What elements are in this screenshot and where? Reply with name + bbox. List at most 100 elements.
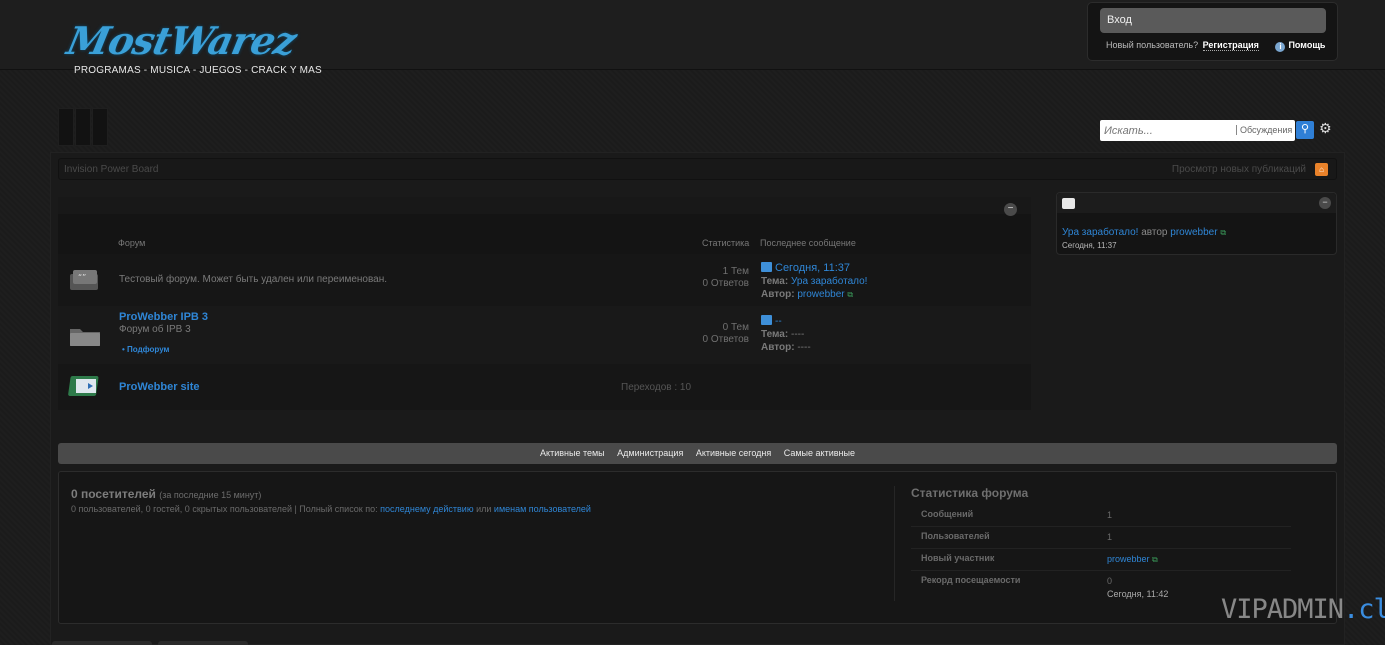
last-post-topic[interactable]: Ура заработало!	[791, 276, 867, 287]
forum-read-icon[interactable]: “”	[68, 268, 102, 292]
external-link-icon: ⧉	[847, 290, 854, 299]
board-nav-bar: Активные темы Администрация Активные сег…	[58, 443, 1337, 464]
login-button[interactable]: Вход	[1100, 8, 1326, 33]
last-post-date[interactable]: --	[775, 316, 782, 327]
stat-value: 1	[1107, 510, 1113, 520]
forum-row: ProWebber IPB 3 Форум об IPB 3 • Подфору…	[58, 306, 1031, 364]
new-posts-link[interactable]: Просмотр новых публикаций	[1172, 164, 1306, 175]
nav-active-today[interactable]: Активные сегодня	[696, 448, 771, 458]
online-details-text: 0 пользователей, 0 гостей, 0 скрытых пол…	[71, 504, 378, 514]
stat-label: Сообщений	[921, 509, 974, 519]
col-header-forum: Форум	[118, 238, 146, 248]
external-link-icon: ⧉	[1220, 228, 1227, 237]
watermark-main: VIPADMIN	[1221, 594, 1344, 625]
recent-topics-icon	[1062, 198, 1075, 209]
nav-tab-placeholder[interactable]	[58, 108, 74, 146]
online-period: (за последние 15 минут)	[159, 490, 262, 500]
stats-divider	[894, 486, 895, 601]
search-input[interactable]	[1104, 123, 1234, 138]
col-header-stats: Статистика	[702, 238, 750, 248]
online-title: 0 посетителей (за последние 15 минут)	[71, 487, 261, 501]
nav-tab-placeholder[interactable]	[75, 108, 91, 146]
stat-label: Пользователей	[921, 531, 990, 541]
search-box: Обсуждения	[1100, 120, 1295, 141]
stat-value: prowebber ⧉	[1107, 553, 1158, 566]
widget-header: −	[1057, 193, 1336, 213]
watermark-suffix: .club	[1343, 594, 1385, 625]
collapse-icon[interactable]: −	[1004, 203, 1017, 216]
forum-title[interactable]: ProWebber IPB 3	[119, 311, 208, 323]
last-post: -- Тема: ---- Автор: ----	[761, 315, 811, 354]
widget-entry: Ура заработало! автор prowebber ⧉	[1062, 227, 1226, 238]
search-icon[interactable]: ⚲	[1296, 121, 1314, 139]
last-post-author: ----	[797, 342, 811, 353]
collapse-icon[interactable]: −	[1319, 197, 1331, 209]
online-details: 0 пользователей, 0 гостей, 0 скрытых пол…	[71, 504, 591, 514]
subforum-label: Подфорум	[127, 345, 170, 354]
topic-count: 1 Тем	[722, 266, 749, 277]
last-post-icon[interactable]	[761, 262, 772, 272]
widget-date: Сегодня, 11:37	[1062, 241, 1117, 250]
watermark: VIPADMIN.club	[1221, 594, 1385, 625]
topic-label: Тема:	[761, 329, 789, 340]
last-post-icon[interactable]	[761, 315, 772, 325]
rss-icon[interactable]: ⌂	[1315, 163, 1328, 176]
breadcrumb-home[interactable]: Invision Power Board	[64, 164, 159, 175]
search-scope-select[interactable]: Обсуждения	[1236, 125, 1292, 135]
author-label: Автор:	[761, 289, 795, 300]
online-or: или	[476, 504, 492, 514]
board-stats-panel: 0 посетителей (за последние 15 минут) 0 …	[58, 471, 1337, 624]
stat-row: Сообщений 1	[911, 505, 1291, 527]
help-label: Помощь	[1288, 40, 1326, 50]
redirect-count: Переходов : 10	[621, 382, 692, 393]
stats-title: Статистика форума	[911, 486, 1029, 500]
forum-title[interactable]: ProWebber site	[119, 381, 200, 393]
widget-author-link[interactable]: prowebber	[1170, 227, 1217, 238]
external-link-icon: ⧉	[1152, 555, 1158, 564]
stat-row: Пользователей 1	[911, 527, 1291, 549]
breadcrumb: Invision Power Board Просмотр новых публ…	[58, 158, 1337, 180]
last-post-author[interactable]: prowebber	[797, 289, 844, 300]
topic-count: 0 Тем	[722, 322, 749, 333]
stat-row: Новый участник prowebber ⧉	[911, 549, 1291, 571]
stat-label: Новый участник	[921, 553, 995, 563]
col-header-last-post: Последнее сообщение	[760, 238, 856, 248]
stat-value: 0 Сегодня, 11:42	[1107, 575, 1168, 601]
nav-tab-placeholder[interactable]	[92, 108, 108, 146]
user-links: Новый пользователь? Регистрация i Помощь	[1106, 40, 1325, 52]
nav-administration[interactable]: Администрация	[617, 448, 683, 458]
forum-stats: 1 Тем 0 Ответов	[703, 266, 749, 290]
forum-folder-icon[interactable]	[68, 322, 102, 346]
forum-stats: 0 Тем 0 Ответов	[703, 322, 749, 346]
site-logo[interactable]: MostWarez PROGRAMAS - MUSICA - JUEGOS - …	[63, 14, 321, 78]
widget-topic-link[interactable]: Ура заработало!	[1062, 227, 1138, 238]
category-header	[58, 197, 1031, 214]
gear-icon[interactable]: ⚙	[1319, 120, 1332, 137]
stat-value: 1	[1107, 532, 1113, 542]
author-label: Автор:	[761, 342, 795, 353]
footer-tab[interactable]	[158, 641, 248, 645]
help-link[interactable]: i Помощь	[1275, 40, 1326, 52]
forum-category: − Форум Статистика Последнее сообщение “…	[58, 197, 1031, 410]
last-post-date[interactable]: Сегодня, 11:37	[775, 262, 850, 274]
topic-label: Тема:	[761, 276, 789, 287]
sort-last-action-link[interactable]: последнему действию	[380, 504, 473, 514]
user-panel: Вход Новый пользователь? Регистрация i По…	[1087, 2, 1338, 61]
forum-description: Форум об IPB 3	[119, 324, 191, 335]
logo-tagline: PROGRAMAS - MUSICA - JUEGOS - CRACK Y MA…	[74, 65, 322, 76]
reply-count: 0 Ответов	[702, 278, 749, 289]
newest-member-link[interactable]: prowebber	[1107, 554, 1150, 564]
forum-description: Тестовый форум. Может быть удален или пе…	[119, 274, 388, 285]
svg-text:“”: “”	[78, 273, 86, 282]
footer-tab[interactable]	[52, 641, 152, 645]
register-link[interactable]: Регистрация	[1202, 40, 1259, 51]
redirect-icon[interactable]	[68, 374, 102, 398]
nav-most-active[interactable]: Самые активные	[784, 448, 855, 458]
help-icon: i	[1275, 42, 1286, 52]
widget-by: автор	[1141, 227, 1168, 238]
logo-text: MostWarez	[63, 18, 300, 63]
nav-active-topics[interactable]: Активные темы	[540, 448, 605, 458]
sort-names-link[interactable]: именам пользователей	[494, 504, 591, 514]
subforum-link[interactable]: • Подфорум	[122, 345, 169, 354]
last-post-topic: ----	[790, 329, 805, 340]
